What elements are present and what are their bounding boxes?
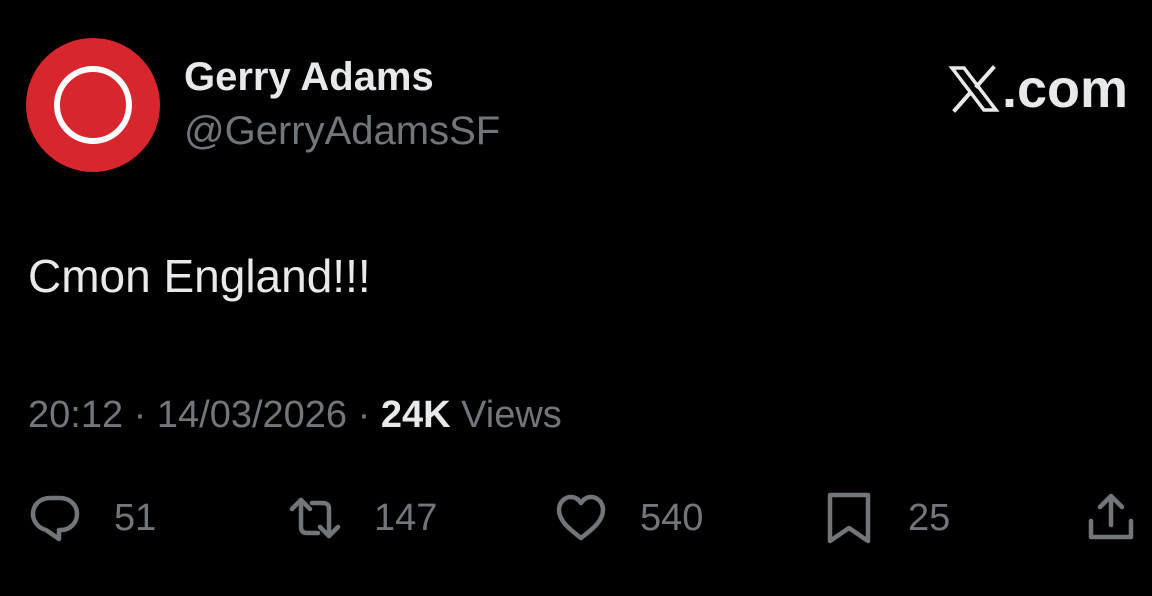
bookmark-count: 25 xyxy=(908,497,951,539)
bookmark-button[interactable]: 25 xyxy=(822,490,950,546)
repost-count: 147 xyxy=(374,497,438,539)
avatar-ring-icon xyxy=(54,66,132,144)
tweet-text: Cmon England!!! xyxy=(28,250,371,302)
like-count: 540 xyxy=(640,497,704,539)
source-label: .com xyxy=(948,58,1128,120)
display-name[interactable]: Gerry Adams xyxy=(184,54,434,100)
tweet-date[interactable]: 14/03/2026 xyxy=(157,394,347,436)
heart-icon xyxy=(556,494,606,541)
bookmark-icon xyxy=(827,492,871,544)
tweet-card: Gerry Adams @GerryAdamsSF .com Cmon Engl… xyxy=(0,0,1152,596)
share-button[interactable] xyxy=(1084,490,1138,546)
views-label: Views xyxy=(461,394,562,436)
reply-icon xyxy=(30,495,80,542)
avatar[interactable] xyxy=(26,38,160,172)
meta-separator: · xyxy=(133,394,147,436)
reply-count: 51 xyxy=(114,497,157,539)
tweet-time[interactable]: 20:12 xyxy=(28,394,123,436)
source-domain: .com xyxy=(1001,59,1128,119)
reply-button[interactable]: 51 xyxy=(28,490,156,546)
tweet-meta: 20:12 · 14/03/2026 · 24K Views xyxy=(28,392,562,438)
repost-icon xyxy=(289,497,341,539)
meta-separator: · xyxy=(357,394,371,436)
share-icon xyxy=(1088,493,1134,540)
x-logo-icon xyxy=(948,65,1000,113)
views-count: 24K xyxy=(380,394,451,436)
repost-button[interactable]: 147 xyxy=(288,490,437,546)
user-handle[interactable]: @GerryAdamsSF xyxy=(184,107,500,155)
like-button[interactable]: 540 xyxy=(554,490,703,546)
